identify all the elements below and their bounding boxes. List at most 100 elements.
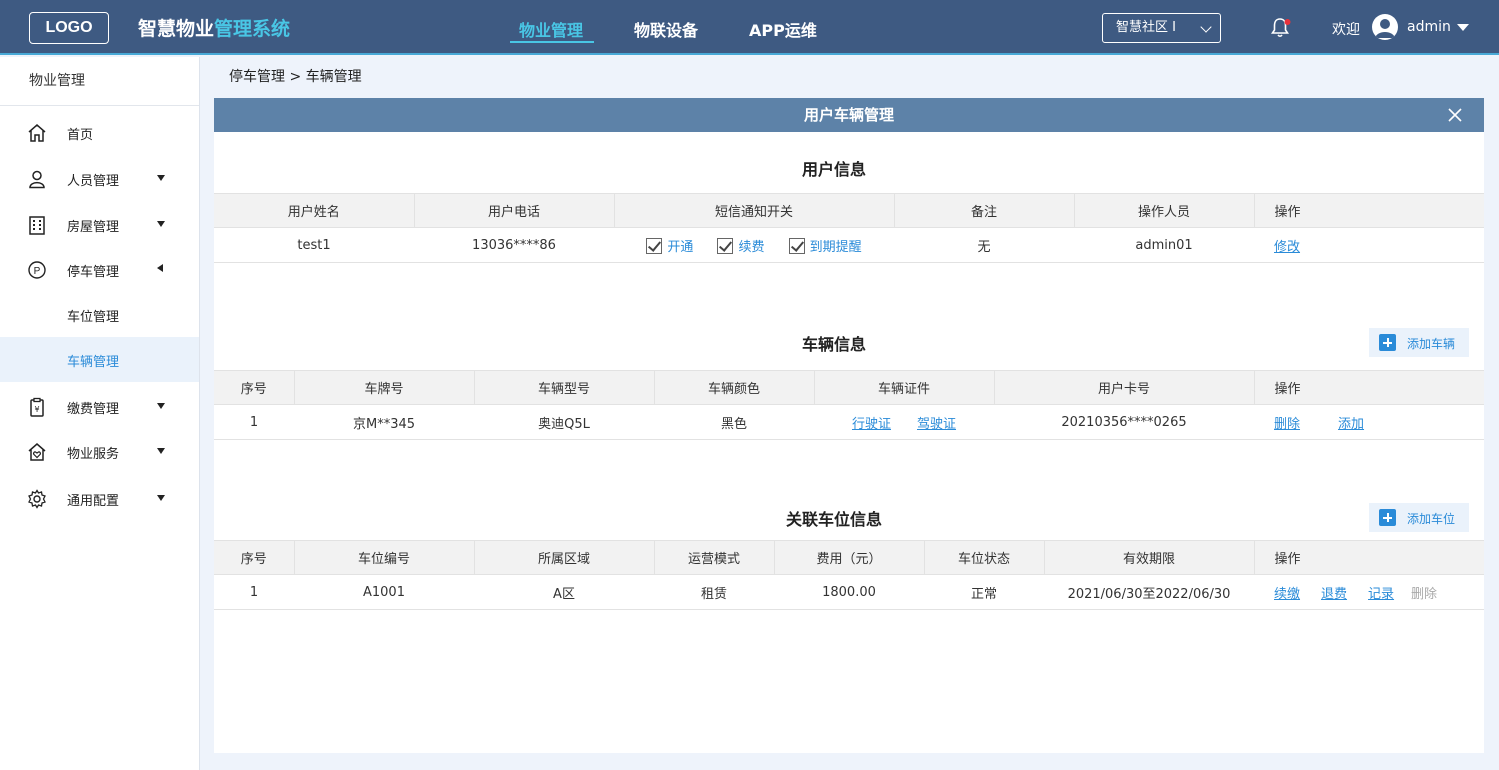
delete-space-link[interactable]: 删除 [1411,587,1437,602]
delete-vehicle-link[interactable]: 删除 [1274,417,1300,432]
avatar[interactable] [1372,14,1398,40]
edit-link[interactable]: 修改 [1274,240,1300,255]
user-info-title: 用户信息 [801,160,866,179]
system-title-highlight: 管理系统 [214,18,291,40]
column-header: 用户电话 [414,193,615,228]
person-icon [29,170,45,189]
column-header: 车辆证件 [814,370,995,405]
actions-cell: 删除 添加 [1254,404,1484,440]
nav-iot-devices[interactable]: 物联设备 [634,17,698,41]
user-phone: 13036****86 [414,227,614,263]
panel-title: 用户车辆管理 [803,106,894,124]
column-header: 用户卡号 [994,370,1255,405]
system-title: 智慧物业管理系统 [138,14,290,41]
plus-icon [1379,509,1396,526]
vehicle-model: 奥迪Q5L [474,404,654,440]
close-icon[interactable] [1448,108,1462,122]
sidebar: 物业管理 首页 人员管理 房屋管理 P 停车管理 车位管理 车辆管理 ¥ 缴费管… [0,57,200,770]
community-select[interactable]: 智慧社区 I [1102,13,1221,43]
driver-license-link[interactable]: 驾驶证 [917,417,956,432]
space-area: A区 [474,574,654,610]
sidebar-item-vehicles[interactable]: 车辆管理 [0,337,199,382]
add-vehicle-button[interactable]: 添加车辆 [1369,328,1469,357]
user-card-number: 20210356****0265 [994,404,1254,440]
checkbox-checked-icon [788,237,805,254]
sidebar-item-property-service[interactable]: 物业服务 [0,429,199,474]
column-header: 序号 [214,370,295,405]
sms-switches: 开通 续费 到期提醒 [614,227,894,263]
bell-icon[interactable] [1268,16,1292,40]
column-header: 操作 [1254,540,1484,575]
table-header-row: 用户姓名 用户电话 短信通知开关 备注 操作人员 操作 [214,193,1484,228]
nav-property-management[interactable]: 物业管理 [509,17,595,43]
table-header-row: 序号 车牌号 车辆型号 车辆颜色 车辆证件 用户卡号 操作 [214,370,1484,405]
sidebar-item-parking[interactable]: P 停车管理 [0,247,199,292]
vehicle-management-panel: 用户车辆管理 用户信息 用户姓名 用户电话 短信通知开关 备注 操作人员 操作 … [214,98,1484,753]
space-status: 正常 [924,574,1044,610]
caret-down-icon [157,495,165,501]
community-select-value: 智慧社区 I [1116,20,1176,35]
sidebar-item-housing[interactable]: 房屋管理 [0,202,199,247]
column-header: 运营模式 [654,540,775,575]
billing-icon: ¥ [30,397,44,417]
record-link[interactable]: 记录 [1368,587,1394,602]
logo[interactable]: LOGO [29,12,109,44]
vehicle-info-table: 序号 车牌号 车辆型号 车辆颜色 车辆证件 用户卡号 操作 1 京M**345 … [214,370,1484,440]
sidebar-item-label: 通用配置 [67,494,120,509]
sidebar-item-general-config[interactable]: 通用配置 [0,476,199,521]
fee: 1800.00 [774,574,924,610]
row-index: 1 [214,574,294,610]
caret-down-icon [157,175,165,181]
sms-renew-checkbox[interactable]: 续费 [717,237,765,255]
table-header-row: 序号 车位编号 所属区域 运营模式 费用（元） 车位状态 有效期限 操作 [214,540,1484,575]
sidebar-item-personnel[interactable]: 人员管理 [0,156,199,201]
svg-text:P: P [34,266,41,277]
checkbox-label: 续费 [738,239,765,255]
vehicle-color: 黑色 [654,404,814,440]
sidebar-item-label: 停车管理 [67,265,120,280]
service-house-icon [28,443,46,461]
sidebar-item-label: 首页 [67,128,94,143]
sidebar-item-label: 缴费管理 [67,402,120,417]
add-parking-space-button[interactable]: 添加车位 [1369,503,1469,532]
vehicle-docs: 行驶证 驾驶证 [814,404,994,440]
home-icon [28,124,46,142]
sidebar-item-home[interactable]: 首页 [0,110,199,155]
username[interactable]: admin [1407,19,1451,35]
sms-expiry-checkbox[interactable]: 到期提醒 [788,237,862,255]
add-vehicle-label: 添加车辆 [1407,337,1456,351]
breadcrumb: 停车管理 > 车辆管理 [229,69,362,85]
add-parking-space-label: 添加车位 [1407,512,1456,526]
gear-icon [28,489,46,509]
column-header: 费用（元） [774,540,925,575]
checkbox-checked-icon [646,237,663,254]
caret-down-icon[interactable] [1457,24,1469,31]
operation-mode: 租赁 [654,574,774,610]
column-header: 所属区域 [474,540,655,575]
plate-number: 京M**345 [294,404,474,440]
column-header: 序号 [214,540,295,575]
column-header: 操作 [1254,370,1484,405]
svg-text:¥: ¥ [34,405,39,414]
column-header: 操作 [1254,193,1484,228]
nav-app-ops[interactable]: APP运维 [749,17,817,41]
welcome-text: 欢迎 [1332,22,1360,38]
add-link[interactable]: 添加 [1338,417,1364,432]
renew-link[interactable]: 续缴 [1274,587,1300,602]
actions-cell: 修改 [1254,227,1484,263]
sms-open-checkbox[interactable]: 开通 [646,237,693,255]
refund-link[interactable]: 退费 [1321,587,1347,602]
column-header: 用户姓名 [214,193,415,228]
sidebar-item-label: 物业服务 [67,447,120,462]
vehicle-info-title: 车辆信息 [801,335,866,354]
building-icon [29,216,45,235]
system-title-prefix: 智慧物业 [138,18,215,40]
driving-license-link[interactable]: 行驶证 [852,417,891,432]
column-header: 操作人员 [1074,193,1255,228]
sidebar-item-parking-spaces[interactable]: 车位管理 [0,292,199,337]
sidebar-item-billing[interactable]: ¥ 缴费管理 [0,384,199,429]
checkbox-label: 到期提醒 [809,239,862,255]
sidebar-item-label: 人员管理 [67,174,120,189]
column-header: 车辆型号 [474,370,655,405]
column-header: 有效期限 [1044,540,1255,575]
